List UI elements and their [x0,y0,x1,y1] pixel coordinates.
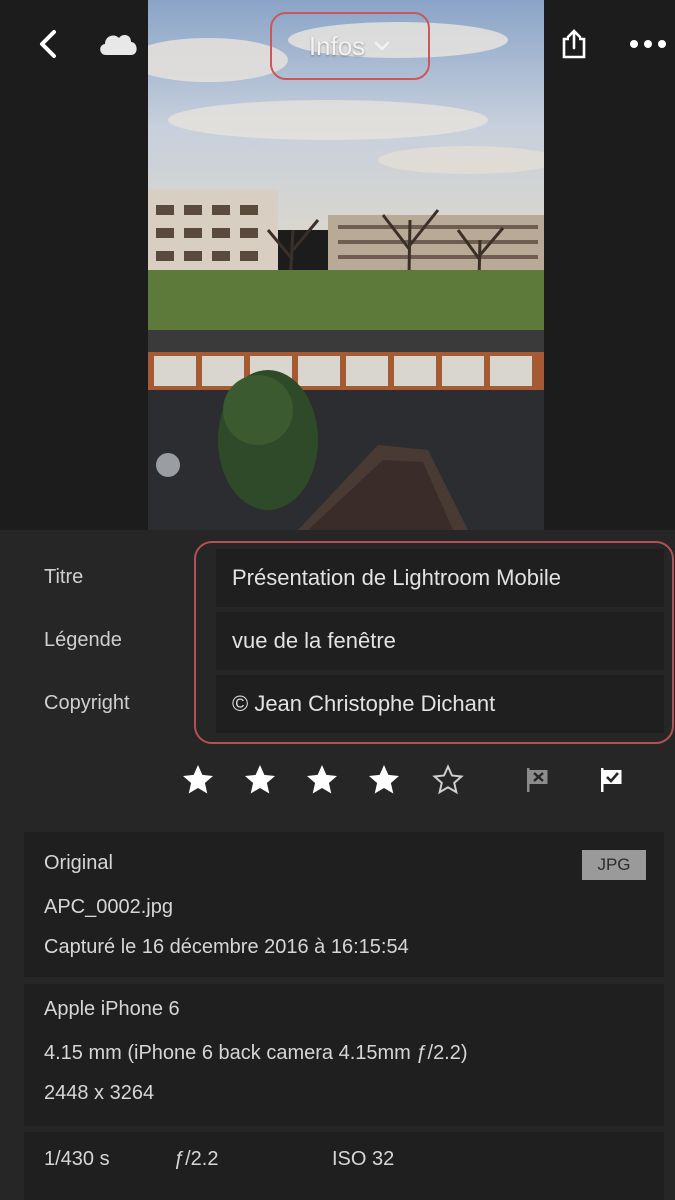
lens-info: 4.15 mm (iPhone 6 back camera 4.15mm ƒ/2… [44,1042,468,1064]
pick-flag-button[interactable] [592,758,632,802]
more-icon [630,40,666,48]
file-name: APC_0002.jpg [44,896,173,918]
exposure-panel: 1/430 s ƒ/2.2 ISO 32 [24,1132,664,1200]
camera-info-panel: Apple iPhone 6 4.15 mm (iPhone 6 back ca… [24,984,664,1126]
star-3[interactable] [302,758,342,802]
star-1[interactable] [178,758,218,802]
photo-viewer: Infos [0,0,675,530]
copyright-field[interactable]: © Jean Christophe Dichant [216,675,664,733]
capture-date: Capturé le 16 décembre 2016 à 16:15:54 [44,936,409,958]
iso: ISO 32 [332,1148,395,1170]
format-badge: JPG [582,850,646,880]
file-info-panel: Original APC_0002.jpg Capturé le 16 déce… [24,832,664,977]
back-icon [40,30,56,58]
shutter-speed: 1/430 s [44,1148,110,1170]
file-type-label: Original [44,852,113,874]
cloud-sync-button[interactable] [92,22,144,66]
reject-flag-button[interactable] [518,758,558,802]
more-button[interactable] [624,22,672,66]
aperture: ƒ/2.2 [174,1148,219,1170]
star-filled-icon [307,765,337,794]
back-button[interactable] [26,22,70,66]
copyright-label: Copyright [44,692,130,714]
star-empty-icon [432,764,464,795]
star-4[interactable] [364,758,404,802]
chevron-down-icon [374,41,390,51]
title-field[interactable]: Présentation de Lightroom Mobile [216,549,664,607]
star-2[interactable] [240,758,280,802]
star-filled-icon [369,765,399,794]
star-filled-icon [245,765,275,794]
rating-row [0,758,675,808]
caption-field[interactable]: vue de la fenêtre [216,612,664,670]
share-button[interactable] [552,22,596,66]
info-dropdown[interactable]: Infos [270,12,430,80]
panel-title: Infos [308,30,366,61]
share-icon [562,29,586,59]
cloud-icon [100,34,137,55]
pick-flag-icon [601,768,622,792]
star-5[interactable] [428,758,468,802]
caption-label: Légende [44,629,122,651]
reject-flag-icon [527,768,548,792]
camera-model: Apple iPhone 6 [44,998,180,1020]
star-filled-icon [183,765,213,794]
image-dimensions: 2448 x 3264 [44,1082,155,1104]
title-label: Titre [44,566,84,588]
